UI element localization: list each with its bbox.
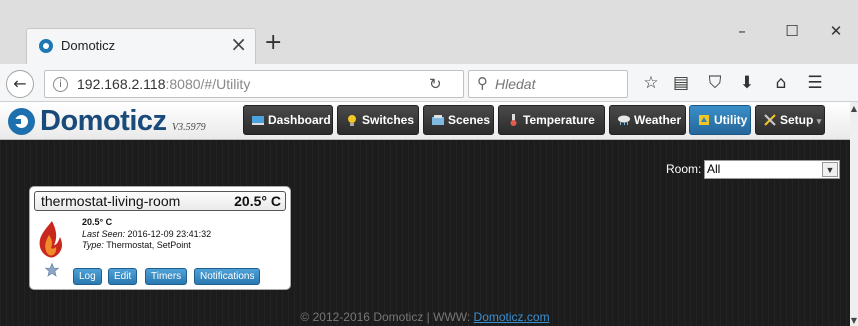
back-button[interactable]: ← [6, 70, 34, 98]
room-select-value: All [707, 162, 721, 176]
menu-label: Scenes [448, 113, 491, 127]
menu-label: Temperature [523, 113, 595, 127]
log-button[interactable]: Log [73, 268, 102, 285]
device-type: Type: Thermostat, SetPoint [82, 240, 191, 250]
domoticz-logo-icon[interactable] [8, 108, 35, 135]
device-last-seen: Last Seen: 2016-12-09 23:41:32 [82, 229, 211, 239]
minimize-button[interactable]: – [720, 18, 764, 44]
page-scrollbar[interactable] [850, 102, 858, 326]
app-version: V3.5979 [172, 122, 206, 133]
close-window-button[interactable]: ✕ [814, 18, 858, 44]
download-icon[interactable]: ⬇ [736, 72, 758, 94]
scroll-down-icon[interactable]: ▼ [850, 316, 858, 325]
menu-weather[interactable]: Weather [609, 105, 686, 135]
room-select[interactable]: All ▼ [704, 160, 840, 179]
menu-scenes[interactable]: Scenes [423, 105, 494, 135]
menu-temperature[interactable]: Temperature [498, 105, 605, 135]
footer-text: © 2012-2016 Domoticz | WWW: [300, 310, 474, 324]
menu-switches[interactable]: Switches [337, 105, 419, 135]
app-logo-text[interactable]: Domoticz [40, 105, 167, 138]
menu-utility[interactable]: Utility [689, 105, 751, 135]
search-input[interactable] [495, 76, 623, 92]
weather-icon [618, 115, 630, 125]
browser-navbar: ← i 192.168.2.118:8080/#/Utility ↻ ⚲ ☆ ▤… [0, 64, 858, 102]
menu-label: Dashboard [268, 113, 331, 127]
close-tab-icon[interactable]: × [230, 34, 247, 54]
tab-title: Domoticz [61, 38, 116, 53]
reading-list-icon[interactable]: ▤ [670, 72, 692, 94]
scenes-icon [432, 115, 444, 125]
device-status: 20.5° C [82, 217, 113, 227]
device-value: 20.5° C [234, 193, 281, 209]
type-value: Thermostat, SetPoint [106, 240, 191, 250]
menu-setup[interactable]: Setup ▾ [755, 105, 825, 135]
menu-icon[interactable]: ☰ [804, 72, 826, 94]
footer: © 2012-2016 Domoticz | WWW: Domoticz.com [0, 310, 850, 324]
home-icon[interactable]: ⌂ [770, 72, 792, 94]
room-label: Room: [666, 162, 702, 176]
last-seen-value: 2016-12-09 23:41:32 [127, 229, 212, 239]
url-host: 192.168.2.118 [77, 76, 166, 92]
device-header: thermostat-living-room 20.5° C [34, 191, 286, 211]
new-tab-button[interactable]: + [264, 30, 282, 55]
utility-icon [699, 115, 709, 125]
url-bar[interactable]: i 192.168.2.118:8080/#/Utility ↻ [44, 70, 464, 98]
reload-icon[interactable]: ↻ [429, 75, 442, 93]
info-icon[interactable]: i [53, 77, 68, 92]
url-text: 192.168.2.118:8080/#/Utility [77, 76, 250, 92]
bookmark-star-icon[interactable]: ☆ [640, 72, 662, 94]
timers-button[interactable]: Timers [145, 268, 188, 285]
domoticz-favicon-icon [39, 39, 53, 53]
thermometer-icon [510, 114, 517, 126]
menu-dashboard[interactable]: Dashboard [243, 105, 333, 135]
bulb-icon [348, 115, 356, 126]
device-widget: thermostat-living-room 20.5° C 20.5° C L… [29, 186, 291, 290]
dashboard-icon [252, 116, 264, 125]
pocket-icon[interactable]: ⛉ [704, 72, 726, 94]
browser-titlebar: Domoticz × + – ☐ ✕ [0, 0, 858, 64]
menu-label: Utility [714, 113, 748, 127]
flame-icon [39, 221, 62, 258]
search-bar[interactable]: ⚲ [468, 70, 628, 98]
footer-link[interactable]: Domoticz.com [474, 310, 550, 324]
type-label: Type: [82, 240, 104, 250]
menu-label: Switches [362, 113, 415, 127]
maximize-button[interactable]: ☐ [770, 18, 814, 44]
menu-label: Weather [634, 113, 682, 127]
edit-button[interactable]: Edit [108, 268, 138, 285]
tools-icon [764, 114, 776, 126]
last-seen-label: Last Seen: [82, 229, 126, 239]
search-icon: ⚲ [477, 74, 488, 92]
chevron-down-icon: ▾ [816, 116, 822, 126]
chevron-down-icon: ▼ [822, 162, 838, 177]
menu-label: Setup [780, 113, 814, 127]
device-name: thermostat-living-room [41, 193, 181, 209]
url-path: :8080/#/Utility [165, 76, 251, 92]
scroll-up-icon[interactable]: ▲ [850, 104, 858, 113]
favorite-star-icon[interactable] [45, 263, 59, 277]
browser-tab[interactable]: Domoticz × [26, 28, 256, 64]
notifications-button[interactable]: Notifications [194, 268, 261, 285]
